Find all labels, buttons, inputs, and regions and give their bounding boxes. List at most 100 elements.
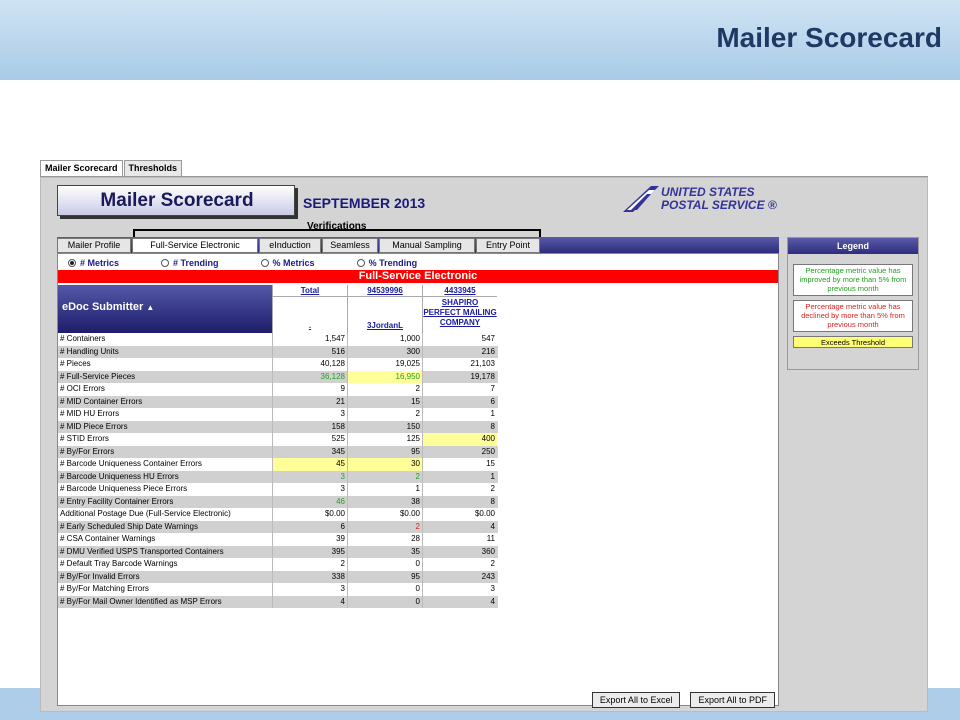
- row-label: # Handling Units: [60, 346, 119, 356]
- table-body: # Containers 1,547 1,000 547 # Handling Unit…: [58, 333, 498, 608]
- row-label: # Early Scheduled Ship Date Warnings: [60, 521, 198, 531]
- table-cell: 40,128: [272, 358, 347, 371]
- table-row: # Handling Units 516 300 216: [58, 345, 498, 358]
- table-cell: 3: [272, 470, 347, 483]
- table-cell: 1: [422, 408, 497, 421]
- column-4433945-link[interactable]: 4433945: [423, 285, 497, 297]
- column-94539996-link[interactable]: 94539996: [348, 285, 422, 297]
- table-cell: 2: [272, 558, 347, 571]
- nav-mailer-profile[interactable]: Mailer Profile: [57, 238, 131, 253]
- table-cell: 7: [422, 383, 497, 396]
- radio-unselected-icon: [260, 259, 269, 267]
- export-pdf-button[interactable]: Export All to PDF: [690, 692, 775, 708]
- radio-unselected-icon: [161, 259, 170, 267]
- nav-einduction[interactable]: eInduction: [259, 238, 321, 253]
- table-cell: 4: [422, 520, 497, 533]
- table-row: # MID Piece Errors 158 150 8: [58, 420, 498, 433]
- export-buttons: Export All to Excel Export All to PDF: [582, 692, 775, 708]
- column-total-link[interactable]: Total: [273, 285, 347, 297]
- table-row: # Containers 1,547 1,000 547: [58, 333, 498, 346]
- radio-pct-metrics[interactable]: % Metrics: [260, 258, 315, 268]
- table-row: # Barcode Uniqueness Piece Errors 3 1 2: [58, 483, 498, 496]
- table-cell: 300: [347, 345, 422, 358]
- column-94539996-sub[interactable]: 3JordanL: [348, 297, 422, 333]
- tab-thresholds[interactable]: Thresholds: [123, 160, 183, 177]
- usps-name-line2: POSTAL SERVICE ®: [661, 198, 777, 212]
- nav-manual-sampling[interactable]: Manual Sampling: [379, 238, 475, 253]
- table-cell: 11: [422, 533, 497, 546]
- table-cell: 0: [347, 558, 422, 571]
- table-row: # MID Container Errors 21 15 6: [58, 395, 498, 408]
- radio-pct-trending-label: % Trending: [368, 258, 418, 268]
- table-row: # By/For Matching Errors 3 0 3: [58, 583, 498, 596]
- table-cell: 125: [347, 433, 422, 446]
- scorecard-logo-text: Mailer Scorecard: [100, 190, 254, 211]
- export-excel-button[interactable]: Export All to Excel: [591, 692, 681, 708]
- nav-full-service-electronic[interactable]: Full-Service Electronic: [132, 238, 258, 253]
- radio-trending[interactable]: # Trending: [161, 258, 219, 268]
- table-cell: 2: [422, 483, 497, 496]
- legend-exceeds-threshold: Exceeds Threshold: [793, 336, 913, 348]
- table-row: # Entry Facility Container Errors 46 38 8: [58, 495, 498, 508]
- row-label: # Barcode Uniqueness Piece Errors: [60, 484, 188, 493]
- table-cell: 15: [347, 395, 422, 408]
- table-row: # Full-Service Pieces 36,128 16,950 19,178: [58, 370, 498, 383]
- legend-panel: Legend Percentage metric value has impro…: [787, 237, 919, 370]
- table-cell: 525: [272, 433, 347, 446]
- table-cell: 3: [422, 583, 497, 596]
- tab-mailer-scorecard[interactable]: Mailer Scorecard: [40, 160, 123, 177]
- column-4433945-sub[interactable]: SHAPIRO PERFECT MAILING COMPANY: [423, 297, 497, 333]
- row-label: # By/For Errors: [60, 446, 115, 456]
- table-cell: $0.00: [347, 508, 422, 521]
- view-mode-radios: # Metrics # Trending % Metrics % Trendin…: [68, 258, 459, 268]
- table-cell: 395: [272, 545, 347, 558]
- table-row: # Pieces 40,128 19,025 21,103: [58, 358, 498, 371]
- table-row: # By/For Mail Owner Identified as MSP Er…: [58, 595, 498, 608]
- row-label: # MID Piece Errors: [60, 421, 128, 431]
- row-label: # MID Container Errors: [60, 396, 143, 406]
- table-header: eDoc Submitter ▲ Total . 94539996 3Jorda…: [58, 285, 498, 333]
- row-label: # OCI Errors: [60, 384, 105, 393]
- nav-seamless[interactable]: Seamless: [322, 238, 378, 253]
- table-cell: 2: [347, 520, 422, 533]
- report-month: SEPTEMBER 2013: [303, 195, 426, 211]
- column-total: Total .: [272, 285, 347, 333]
- table-cell: 19,178: [422, 370, 497, 383]
- table-cell: 243: [422, 570, 497, 583]
- table-cell: 516: [272, 345, 347, 358]
- verification-nav: Mailer Profile Full-Service Electronic e…: [57, 238, 541, 254]
- table-cell: 0: [347, 595, 422, 608]
- table-cell: 28: [347, 533, 422, 546]
- table-cell: 95: [347, 570, 422, 583]
- legend-improved: Percentage metric value has improved by …: [793, 264, 913, 296]
- radio-pct-trending[interactable]: % Trending: [356, 258, 418, 268]
- usps-name: UNITED STATES POSTAL SERVICE ®: [661, 186, 777, 212]
- table-row: # DMU Verified USPS Transported Containe…: [58, 545, 498, 558]
- nav-entry-point[interactable]: Entry Point: [476, 238, 540, 253]
- table-cell: 21: [272, 395, 347, 408]
- table-cell: 1,547: [272, 333, 347, 346]
- table-cell: 3: [272, 583, 347, 596]
- row-label: # DMU Verified USPS Transported Containe…: [60, 546, 224, 556]
- table-row: # CSA Container Warnings 39 28 11: [58, 533, 498, 546]
- row-label: # Barcode Uniqueness Container Errors: [60, 459, 202, 468]
- scorecard-frame: Mailer Scorecard SEPTEMBER 2013 UNITED S…: [40, 177, 928, 712]
- radio-metrics[interactable]: # Metrics: [68, 258, 119, 268]
- edoc-submitter-header[interactable]: eDoc Submitter ▲: [58, 285, 272, 333]
- row-label: # Containers: [60, 334, 106, 343]
- table-cell: 547: [422, 333, 497, 346]
- table-cell: 36,128: [272, 370, 347, 383]
- table-cell: 250: [422, 445, 497, 458]
- legend-declined: Percentage metric value has declined by …: [793, 300, 913, 332]
- radio-unselected-icon: [356, 259, 365, 267]
- table-row: # Barcode Uniqueness Container Errors 45 3…: [58, 458, 498, 471]
- table-row: # Barcode Uniqueness HU Errors 3 2 1: [58, 470, 498, 483]
- radio-trending-label: # Trending: [173, 258, 219, 268]
- table-cell: 8: [422, 420, 497, 433]
- table-cell: 45: [272, 458, 347, 471]
- table-cell: 1: [422, 470, 497, 483]
- table-cell: 21,103: [422, 358, 497, 371]
- table-cell: 2: [347, 470, 422, 483]
- row-label: # Pieces: [60, 359, 91, 368]
- section-title: Full-Service Electronic: [58, 270, 778, 283]
